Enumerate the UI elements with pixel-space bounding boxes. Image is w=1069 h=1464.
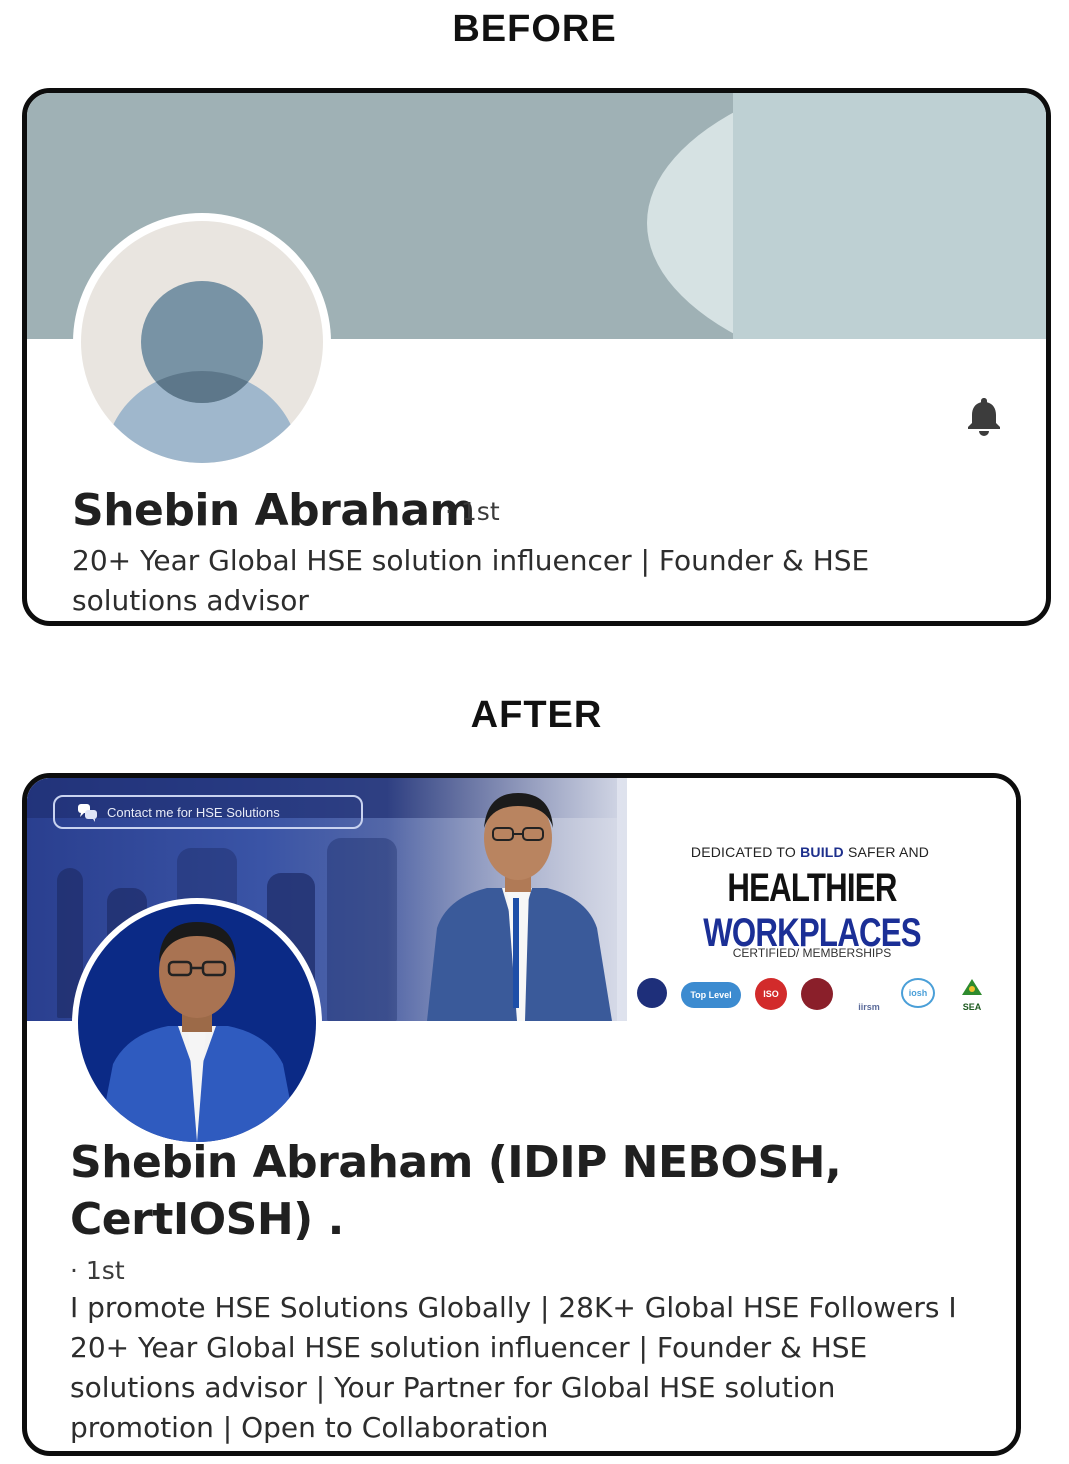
top-level-badge-icon: Top Level (681, 982, 741, 1008)
profile-name[interactable]: Shebin Abraham (IDIP NEBOSH, CertIOSH) . (70, 1134, 970, 1248)
connection-degree: · 1st (445, 497, 500, 526)
profile-headline: I promote HSE Solutions Globally | 28K+ … (70, 1291, 957, 1444)
contact-label: Contact me for HSE Solutions (107, 804, 280, 820)
before-heading: BEFORE (452, 8, 617, 50)
memberships-label: CERTIFIED/ MEMBERSHIPS (732, 946, 892, 960)
sea-triangle-icon (962, 979, 982, 995)
membership-badges: Top Level ISO iirsm iosh SEA (631, 978, 1011, 1018)
banner-person-photo (427, 793, 612, 1021)
profile-photo-portrait (98, 922, 298, 1142)
profile-name[interactable]: Shebin Abraham (72, 485, 475, 536)
bell-icon[interactable] (961, 393, 1007, 439)
iosh-badge-icon: iosh (901, 978, 935, 1008)
chat-icon (78, 804, 97, 822)
seal-badge-icon (637, 978, 667, 1008)
banner-tagline: DEDICATED TO BUILD SAFER AND (690, 844, 930, 860)
connection-degree: · 1st (70, 1256, 125, 1285)
profile-photo-avatar[interactable] (72, 898, 322, 1148)
default-avatar-icon[interactable] (73, 213, 331, 471)
award-badge-icon (801, 978, 833, 1010)
profile-headline: 20+ Year Global HSE solution influencer … (72, 544, 870, 617)
iso-badge-icon: ISO (755, 978, 787, 1010)
banner-headline: HEALTHIER WORKPLACES (703, 866, 921, 955)
profile-card-after: Contact me for HSE Solutions DEDICATED T… (22, 773, 1021, 1456)
after-heading: AFTER (470, 694, 603, 736)
contact-banner-pill: Contact me for HSE Solutions (53, 795, 363, 829)
profile-card-before: Shebin Abraham · 1st 20+ Year Global HSE… (22, 88, 1051, 626)
iirsm-badge-icon: iirsm (858, 1002, 880, 1012)
